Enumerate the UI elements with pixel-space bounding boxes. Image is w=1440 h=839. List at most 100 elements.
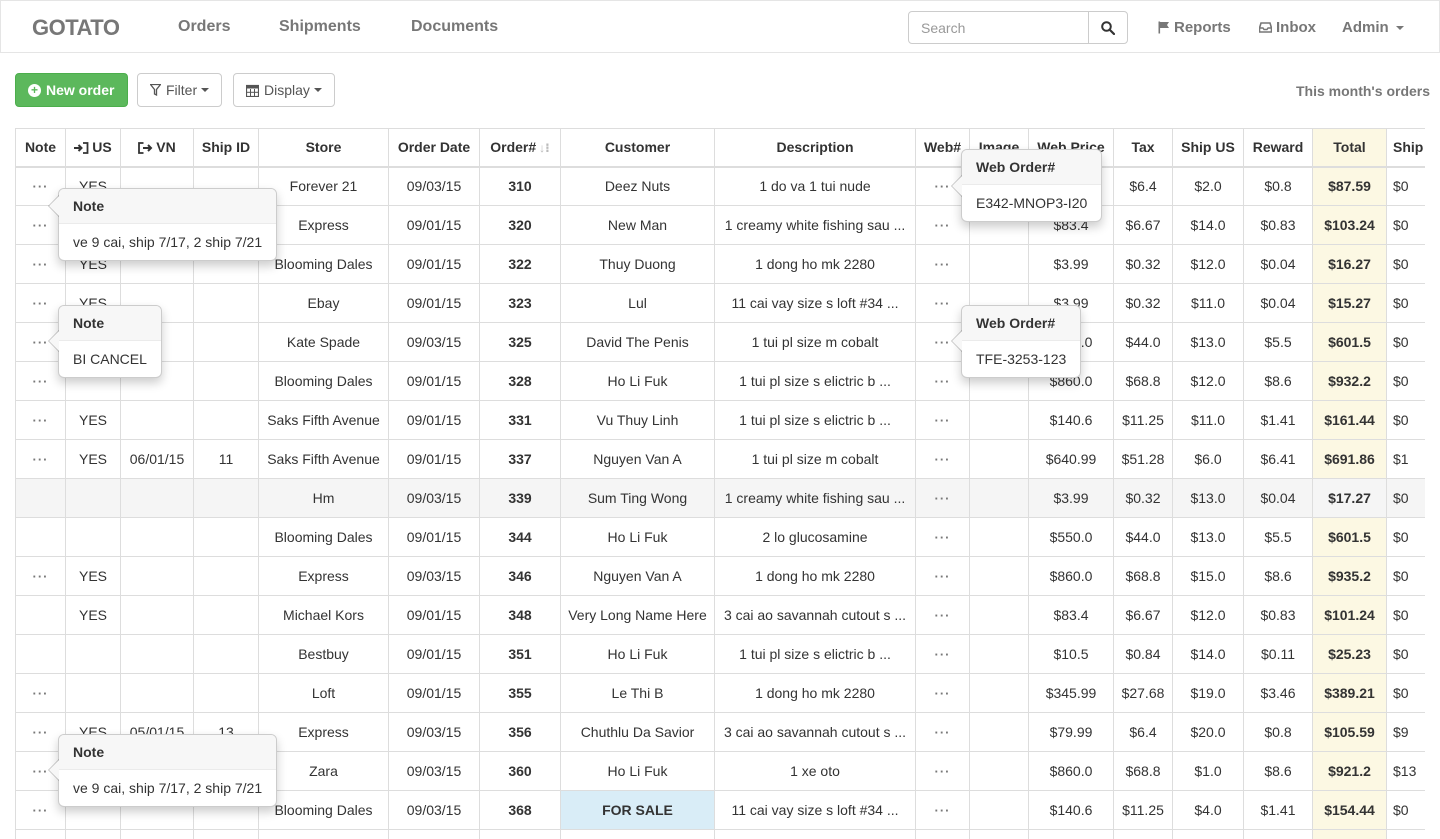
table-row[interactable] xyxy=(15,829,1425,839)
col-ship-us[interactable]: Ship US xyxy=(1172,128,1244,168)
table-row[interactable]: ··· YES Ebay 09/01/15 323 Lul 11 cai vay size … xyxy=(15,283,1425,323)
cell-customer: Sum Ting Wong xyxy=(560,478,715,518)
cell-note[interactable] xyxy=(15,634,66,674)
cell-total: $101.24 xyxy=(1312,595,1387,635)
cell-web-number[interactable] xyxy=(915,829,970,839)
cell-us: YES xyxy=(65,400,121,440)
nav-documents[interactable]: Documents xyxy=(411,18,498,36)
table-row[interactable]: ··· Loft 09/01/15 355 Le Thi B1 dong ho mk 2… xyxy=(15,673,1425,713)
col-customer[interactable]: Customer xyxy=(560,128,715,168)
table-row[interactable]: Hm 09/03/15 339 Sum Ting Wong 1 creamy white… xyxy=(15,478,1425,518)
cell-image xyxy=(969,244,1029,284)
cell-store: Blooming Dales xyxy=(258,517,389,557)
cell-order-number[interactable]: 322 xyxy=(479,244,561,284)
cell-note[interactable] xyxy=(15,478,66,518)
inbox-label: Inbox xyxy=(1276,19,1316,36)
col-us[interactable]: US xyxy=(65,128,121,168)
cell-web-number[interactable]: ··· xyxy=(915,712,970,752)
nav-orders[interactable]: Orders xyxy=(178,18,230,36)
cell-web-number[interactable]: ··· xyxy=(915,790,970,830)
col-tax[interactable]: Tax xyxy=(1113,128,1173,168)
nav-shipments[interactable]: Shipments xyxy=(279,18,361,36)
cell-web-number[interactable]: ··· xyxy=(915,244,970,284)
cell-order-number[interactable]: 346 xyxy=(479,556,561,596)
table-row[interactable]: Bestbuy 09/01/15 351 Ho Li Fuk 1 tui pl size… xyxy=(15,634,1425,674)
col-reward[interactable]: Reward xyxy=(1243,128,1313,168)
table-row[interactable]: Blooming Dales 09/01/15 344 Ho Li Fuk 2 lo g… xyxy=(15,517,1425,557)
col-ship-id[interactable]: Ship ID xyxy=(193,128,259,168)
cell-order-number[interactable]: 337 xyxy=(479,439,561,479)
cell-note[interactable]: ··· xyxy=(15,556,66,596)
cell-order-number[interactable]: 348 xyxy=(479,595,561,635)
table-row[interactable]: ··· Kate Spade 09/03/15 325 David The Penis 1… xyxy=(15,322,1425,362)
col-ship[interactable]: Ship xyxy=(1386,128,1425,168)
sort-icon[interactable]: ↓⁝ xyxy=(539,141,550,155)
cell-customer: Vu Thuy Linh xyxy=(560,400,715,440)
brand-logo[interactable]: GOTATO xyxy=(32,15,120,41)
cell-order-number[interactable]: 339 xyxy=(479,478,561,518)
cell-web-number[interactable]: ··· xyxy=(915,634,970,674)
col-note[interactable]: Note xyxy=(15,128,66,168)
cell-web-number[interactable]: ··· xyxy=(915,439,970,479)
nav-admin-dropdown[interactable]: Admin xyxy=(1342,19,1404,36)
cell-vn xyxy=(120,829,194,839)
table-row[interactable]: ··· YES Express 09/03/15 346 Nguyen Van A1 do… xyxy=(15,556,1425,596)
cell-order-number[interactable]: 320 xyxy=(479,205,561,245)
display-label: Display xyxy=(264,82,310,98)
cell-description: 1 tui pl size m cobalt xyxy=(714,322,916,362)
col-vn[interactable]: VN xyxy=(120,128,194,168)
nav-inbox[interactable]: Inbox xyxy=(1259,19,1316,36)
cell-note[interactable]: ··· xyxy=(15,673,66,713)
cell-order-number[interactable]: 360 xyxy=(479,751,561,791)
cell-tax: $0.32 xyxy=(1113,283,1173,323)
cell-order-date: 09/01/15 xyxy=(388,517,480,557)
cell-web-number[interactable]: ··· xyxy=(915,556,970,596)
cell-order-number[interactable] xyxy=(479,829,561,839)
cell-vn xyxy=(120,556,194,596)
cell-web-number[interactable]: ··· xyxy=(915,595,970,635)
cell-order-number[interactable]: 351 xyxy=(479,634,561,674)
cell-web-number[interactable]: ··· xyxy=(915,673,970,713)
col-order-date[interactable]: Order Date xyxy=(388,128,480,168)
cell-order-number[interactable]: 368 xyxy=(479,790,561,830)
cell-order-number[interactable]: 310 xyxy=(479,166,561,206)
cell-ship-us: $13.0 xyxy=(1172,517,1244,557)
cell-note[interactable]: ··· xyxy=(15,400,66,440)
cell-order-number[interactable]: 356 xyxy=(479,712,561,752)
cell-order-number[interactable]: 331 xyxy=(479,400,561,440)
cell-note[interactable]: ··· xyxy=(15,439,66,479)
col-total[interactable]: Total xyxy=(1312,128,1387,168)
col-order-number[interactable]: Order# ↓⁝ xyxy=(479,128,561,168)
col-store[interactable]: Store xyxy=(258,128,389,168)
cell-order-date: 09/03/15 xyxy=(388,556,480,596)
cell-web-number[interactable]: ··· xyxy=(915,478,970,518)
table-row[interactable]: ··· Blooming Dales 09/01/15 328 Ho Li Fuk 1 t… xyxy=(15,361,1425,401)
cell-note[interactable] xyxy=(15,829,66,839)
cell-web-number[interactable]: ··· xyxy=(915,751,970,791)
table-row[interactable]: YES Michael Kors 09/01/15 348 Very Long Name… xyxy=(15,595,1425,635)
table-row[interactable]: ··· YES Saks Fifth Avenue 09/01/15 331 Vu Thu… xyxy=(15,400,1425,440)
cell-note[interactable] xyxy=(15,595,66,635)
cell-order-number[interactable]: 328 xyxy=(479,361,561,401)
cell-store: Blooming Dales xyxy=(258,361,389,401)
new-order-button[interactable]: + New order xyxy=(15,73,128,107)
cell-order-number[interactable]: 323 xyxy=(479,283,561,323)
display-button[interactable]: Display xyxy=(233,73,335,107)
cell-order-number[interactable]: 325 xyxy=(479,322,561,362)
cell-image xyxy=(969,439,1029,479)
nav-reports[interactable]: Reports xyxy=(1158,19,1231,36)
cell-order-number[interactable]: 344 xyxy=(479,517,561,557)
table-header-row: Note US VN Ship ID Store Order Date Orde… xyxy=(15,128,1425,168)
cell-web-number[interactable]: ··· xyxy=(915,400,970,440)
cell-reward: $0.04 xyxy=(1243,478,1313,518)
cell-order-number[interactable]: 355 xyxy=(479,673,561,713)
search-button[interactable] xyxy=(1088,11,1128,44)
col-description[interactable]: Description xyxy=(714,128,916,168)
cell-web-number[interactable]: ··· xyxy=(915,517,970,557)
cell-note[interactable] xyxy=(15,517,66,557)
cell-web-price: $3.99 xyxy=(1028,244,1114,284)
filter-button[interactable]: Filter xyxy=(137,73,223,107)
cell-order-date xyxy=(388,829,480,839)
table-row[interactable]: ··· YES 06/01/15 11 Saks Fifth Avenue 09/01/1… xyxy=(15,439,1425,479)
search-input[interactable] xyxy=(908,11,1089,44)
